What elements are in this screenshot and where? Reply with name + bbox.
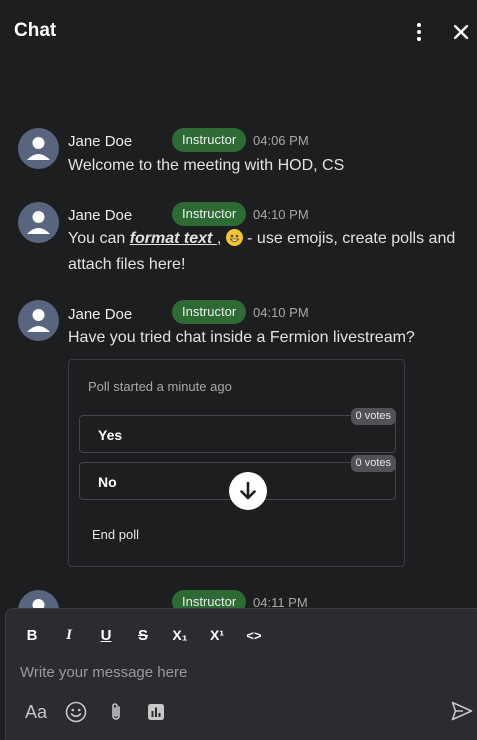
poll-status: Poll started a minute ago	[88, 379, 232, 394]
message-time: 04:11 PM	[253, 595, 308, 608]
role-badge: Instructor	[172, 128, 247, 152]
user-icon	[27, 211, 50, 234]
chat-title: Chat	[14, 20, 57, 41]
more-vertical-icon[interactable]	[407, 18, 431, 46]
user-icon	[32, 599, 45, 608]
message-text-middle: ,	[216, 230, 226, 247]
message-author: Jane Doe	[68, 306, 133, 323]
message-time: 04:10 PM	[253, 305, 309, 320]
send-icon[interactable]	[449, 698, 475, 724]
role-badge: Instructor	[172, 300, 247, 324]
message-text: Have you tried chat inside a Fermion liv…	[68, 329, 415, 346]
avatar	[18, 128, 59, 169]
chat-header: Chat	[0, 0, 477, 64]
poll-icon[interactable]	[143, 699, 169, 725]
bold-button[interactable]: B	[20, 623, 44, 647]
user-icon	[27, 137, 50, 160]
message-author: Jane Doe	[68, 133, 133, 150]
message-time: 04:06 PM	[253, 133, 309, 148]
message-author: Jane Doe	[68, 207, 133, 224]
underline-button[interactable]: U	[94, 623, 118, 647]
attachment-icon[interactable]	[103, 699, 129, 725]
message-input[interactable]	[20, 659, 460, 685]
emoji-icon[interactable]	[63, 699, 89, 725]
vote-count-badge: 0 votes	[350, 455, 396, 472]
vote-count-badge: 0 votes	[350, 408, 396, 425]
superscript-button[interactable]: X¹	[205, 623, 229, 647]
message-time: 04:10 PM	[253, 207, 309, 222]
avatar	[18, 202, 59, 243]
formatted-text: format text	[129, 230, 217, 247]
grinning-face-emoji	[225, 229, 243, 246]
message-text-before: You can	[68, 230, 130, 247]
end-poll-button[interactable]: End poll	[92, 527, 139, 542]
avatar	[18, 590, 59, 608]
italic-button[interactable]: I	[57, 623, 81, 647]
poll-card: Poll started a minute ago Yes 0 votes No…	[68, 359, 405, 567]
role-badge: Instructor	[172, 590, 247, 608]
message-list[interactable]: Jane Doe Instructor 04:06 PM Welcome to …	[0, 64, 477, 608]
user-icon	[27, 309, 50, 332]
poll-option-label: No	[98, 474, 117, 490]
message-composer: B I U S X₁ X¹ <> Aa	[5, 608, 477, 740]
text-format-icon[interactable]: Aa	[23, 699, 49, 725]
role-badge: Instructor	[172, 202, 247, 226]
avatar	[18, 300, 59, 341]
arrow-down-icon	[240, 481, 256, 500]
subscript-button[interactable]: X₁	[168, 623, 192, 647]
message-text: You can format text , - use emojis, crea…	[68, 226, 463, 278]
code-button[interactable]: <>	[242, 623, 266, 647]
message-text: Welcome to the meeting with HOD, CS	[68, 157, 345, 174]
strikethrough-button[interactable]: S	[131, 623, 155, 647]
scroll-to-bottom-button[interactable]	[229, 472, 267, 510]
poll-option-label: Yes	[98, 427, 123, 443]
close-icon[interactable]	[449, 18, 473, 46]
poll-option-yes[interactable]: Yes 0 votes	[79, 408, 396, 453]
